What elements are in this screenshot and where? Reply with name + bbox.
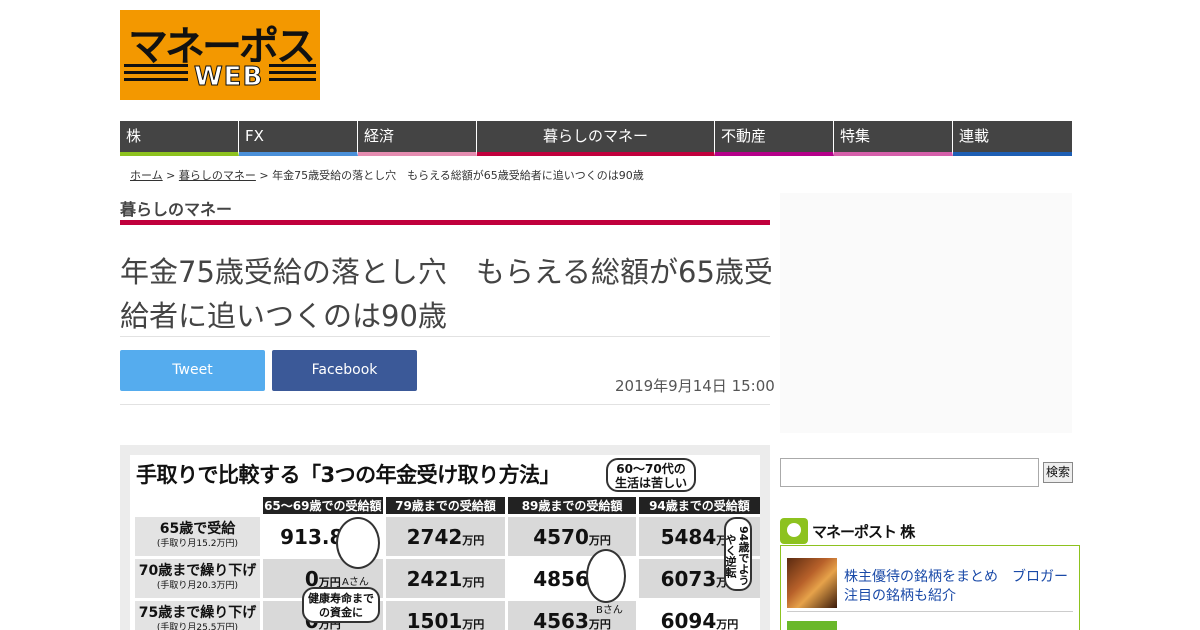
nav-label: 連載 bbox=[959, 127, 990, 145]
figure-title: 手取りで比較する「3つの年金受け取り方法」 bbox=[136, 463, 561, 487]
cell-value: 1501 bbox=[406, 609, 463, 630]
cell-value: 6094 bbox=[660, 609, 717, 630]
table-cell: 2742万円 bbox=[382, 514, 507, 558]
table-cell: 6094万円 bbox=[635, 598, 760, 630]
cell-value: 4856 bbox=[533, 566, 589, 591]
cell-unit: 万円 bbox=[588, 533, 611, 547]
row-label: 65歳で受給 bbox=[159, 520, 236, 537]
column-header: 89歳までの受給額 bbox=[505, 497, 638, 516]
cell-unit: 万円 bbox=[462, 575, 485, 589]
row-label: 75歳まで繰り下げ bbox=[138, 605, 257, 622]
section-divider bbox=[120, 220, 770, 225]
divider bbox=[120, 404, 770, 405]
breadcrumb-home-link[interactable]: ホーム bbox=[130, 169, 163, 182]
breadcrumb-category-link[interactable]: 暮らしのマネー bbox=[179, 169, 256, 182]
cell-unit: 万円 bbox=[716, 618, 739, 630]
row-sublabel: (手取り月20.3万円) bbox=[156, 580, 238, 591]
kabu-article-list: 株主優待の銘柄をまとめ ブロガー注目の銘柄も紹介 bbox=[780, 545, 1080, 630]
tweet-button[interactable]: Tweet bbox=[120, 350, 265, 391]
cell-value: 913.8 bbox=[280, 524, 344, 549]
divider bbox=[120, 336, 770, 337]
breadcrumb: ホーム > 暮らしのマネー > 年金75歳受給の落とし穴 もらえる総額が65歳受… bbox=[130, 167, 644, 183]
table-cell: 4570万円 bbox=[505, 514, 638, 558]
breadcrumb-separator: > bbox=[255, 169, 273, 182]
nav-label: 株 bbox=[126, 127, 142, 145]
nav-item-fx[interactable]: FX bbox=[239, 121, 358, 156]
column-header: 79歳までの受給額 bbox=[382, 497, 507, 516]
article-title: 年金75歳受給の落とし穴 もらえる総額が65歳受給者に追いつくのは90歳 bbox=[120, 255, 773, 333]
publish-date: 2019年9月14日 15:00 bbox=[615, 377, 775, 395]
row-header: 70歳まで繰り下げ (手取り月20.3万円) bbox=[132, 556, 262, 600]
table-cell: 2421万円 bbox=[382, 556, 507, 600]
cell-value: 4570 bbox=[533, 524, 589, 549]
logo-sub-text: WEB bbox=[188, 62, 270, 93]
speech-bubble-top: 60～70代の 生活は苦しい bbox=[606, 458, 696, 492]
breadcrumb-current: 年金75歳受給の落とし穴 もらえる総額が65歳受給者に追いつくのは90歳 bbox=[272, 169, 644, 182]
page: マネーポスト WEB 株 FX 経済 暮らしのマネー 不動産 特集 連載 ホーム… bbox=[0, 0, 1200, 630]
nav-item-keizai[interactable]: 経済 bbox=[358, 121, 477, 156]
table-cell: 1501万円 bbox=[382, 598, 507, 630]
article-thumbnail bbox=[787, 558, 837, 608]
nav-item-kabu[interactable]: 株 bbox=[120, 121, 239, 156]
pension-comparison-graphic: 手取りで比較する「3つの年金受け取り方法」 60～70代の 生活は苦しい 65～… bbox=[130, 455, 760, 630]
cell-value: 6073 bbox=[660, 566, 717, 591]
nav-item-kurashi[interactable]: 暮らしのマネー bbox=[477, 121, 715, 156]
nav-label: 特集 bbox=[840, 127, 871, 145]
section-heading: 暮らしのマネー bbox=[120, 200, 233, 219]
cell-value: 2421 bbox=[406, 566, 463, 591]
cell-value: 2742 bbox=[406, 524, 463, 549]
person-b-label: Bさん bbox=[596, 605, 623, 616]
search-button[interactable]: 検索 bbox=[1043, 462, 1073, 483]
nav-label: 不動産 bbox=[721, 127, 767, 145]
row-sublabel: (手取り月15.2万円) bbox=[156, 538, 238, 549]
article-thumbnail bbox=[787, 621, 837, 630]
list-item[interactable]: 株主優待の銘柄をまとめ ブロガー注目の銘柄も紹介 bbox=[787, 558, 1073, 612]
person-b-illustration bbox=[586, 549, 626, 603]
search-input[interactable] bbox=[780, 458, 1039, 487]
nav-label: 経済 bbox=[364, 127, 395, 145]
column-header: 94歳までの受給額 bbox=[635, 497, 760, 516]
cell-unit: 万円 bbox=[588, 618, 611, 630]
row-label: 70歳まで繰り下げ bbox=[138, 562, 257, 579]
nav-item-rensai[interactable]: 連載 bbox=[953, 121, 1072, 156]
column-header: 65～69歳での受給額 bbox=[259, 497, 385, 516]
cell-value: 5484 bbox=[660, 524, 717, 549]
pension-table: 65～69歳での受給額 79歳までの受給額 89歳までの受給額 94歳までの受給… bbox=[132, 497, 760, 630]
kabu-logo-icon bbox=[780, 518, 808, 544]
facebook-share-button[interactable]: Facebook bbox=[272, 350, 417, 391]
table-corner bbox=[133, 497, 262, 516]
speech-bubble-right: 94歳でようやく逆転 bbox=[724, 517, 752, 591]
kabu-logo-text: マネーポスト 株 bbox=[812, 522, 915, 541]
cell-value: 4563 bbox=[533, 609, 589, 630]
nav-item-fudosan[interactable]: 不動産 bbox=[715, 121, 834, 156]
table-row: 75歳まで繰り下げ(手取り月25.5万円) 0万円 1501万円 4563万円 … bbox=[132, 598, 760, 630]
article-link[interactable]: 株主優待の銘柄をまとめ ブロガー注目の銘柄も紹介 bbox=[844, 568, 1076, 606]
breadcrumb-separator: > bbox=[162, 169, 179, 182]
table-row: 65歳で受給(手取り月15.2万円) 913.8万円 2742万円 4570万円… bbox=[132, 514, 760, 558]
person-a-label: Aさん bbox=[342, 577, 369, 588]
speech-bubble-left: 健康寿命まで の資金に bbox=[302, 587, 380, 623]
cell-unit: 万円 bbox=[462, 618, 485, 630]
table-row: 70歳まで繰り下げ(手取り月20.3万円) 0万円 2421万円 4856万円 … bbox=[132, 556, 760, 600]
main-nav: 株 FX 経済 暮らしのマネー 不動産 特集 連載 bbox=[120, 121, 1072, 156]
nav-label: 暮らしのマネー bbox=[542, 127, 648, 145]
article-figure[interactable]: 手取りで比較する「3つの年金受け取り方法」 60～70代の 生活は苦しい 65～… bbox=[120, 445, 770, 630]
row-sublabel: (手取り月25.5万円) bbox=[156, 623, 238, 630]
person-a-illustration bbox=[336, 517, 380, 569]
ad-space bbox=[780, 193, 1072, 433]
moneypost-kabu-logo[interactable]: マネーポスト 株 bbox=[780, 518, 915, 544]
nav-label: FX bbox=[245, 127, 264, 145]
site-logo[interactable]: マネーポスト WEB bbox=[120, 10, 320, 100]
nav-item-tokushu[interactable]: 特集 bbox=[834, 121, 953, 156]
table-header-row: 65～69歳での受給額 79歳までの受給額 89歳までの受給額 94歳までの受給… bbox=[133, 497, 760, 516]
row-header: 65歳で受給 (手取り月15.2万円) bbox=[132, 514, 262, 558]
row-header: 75歳まで繰り下げ (手取り月25.5万円) bbox=[132, 598, 262, 630]
cell-unit: 万円 bbox=[462, 533, 485, 547]
